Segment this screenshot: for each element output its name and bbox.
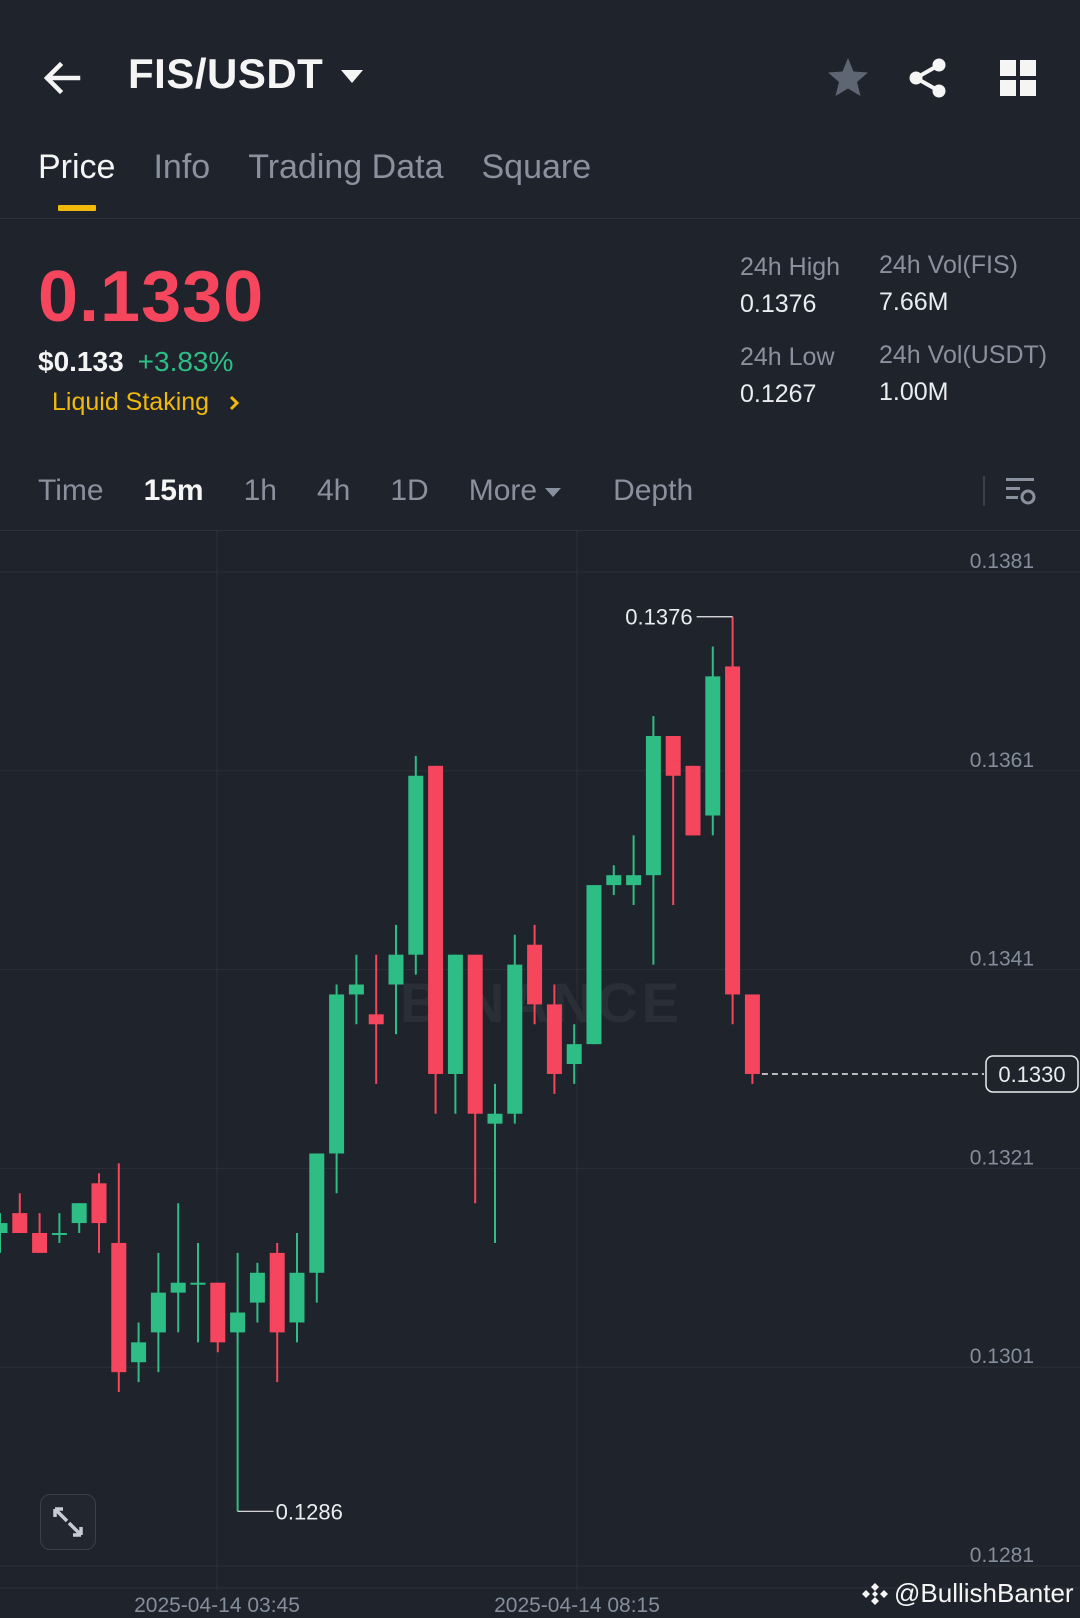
chevron-right-icon (230, 395, 240, 410)
candle-body (566, 1044, 582, 1065)
candles (0, 616, 760, 1512)
interval-15m[interactable]: 15m (144, 474, 204, 508)
candle-body (190, 1282, 206, 1285)
chevron-down-icon (341, 69, 364, 83)
candle-body (111, 1242, 127, 1373)
chart-grid (0, 530, 1080, 1590)
candle-body (150, 1292, 166, 1333)
pair-name: FIS/USDT (128, 50, 324, 97)
low-value: 0.1267 (740, 380, 817, 408)
price-tick-label: 0.1361 (970, 749, 1034, 772)
time-axis: 2025-04-14 03:45 2025-04-14 08:15 (134, 1594, 660, 1617)
candle-body (546, 1004, 562, 1074)
candle-body (685, 765, 701, 836)
candle-body (329, 994, 345, 1154)
candle-body (388, 954, 404, 985)
candle-body (0, 1223, 8, 1234)
min-price-label: 0.1286 (276, 1499, 343, 1524)
vol-quote-value: 1.00M (879, 378, 949, 406)
top-bar: FIS/USDT (0, 0, 1080, 140)
interval-time[interactable]: Time (38, 474, 104, 508)
chart-settings-icon[interactable] (1004, 474, 1038, 508)
candle-body (71, 1203, 87, 1224)
candle-body (487, 1113, 503, 1124)
candle-body (289, 1272, 305, 1323)
candle-body (645, 736, 661, 876)
last-price: 0.1330 (38, 257, 265, 337)
candle-body (368, 1014, 384, 1025)
pair-selector[interactable]: FIS/USDT (128, 50, 364, 98)
candle-body (586, 885, 602, 1045)
usd-price: $0.133 (38, 346, 124, 377)
candle-body (230, 1312, 246, 1333)
section-tabs: Price Info Trading Data Square (38, 148, 591, 211)
candle-body (32, 1233, 48, 1253)
current-price-label: 0.1330 (998, 1062, 1065, 1087)
candle-body (51, 1233, 67, 1236)
candle-body (348, 984, 364, 995)
candle-body (705, 676, 721, 816)
candle-body (269, 1252, 285, 1333)
change-percent: +3.83% (137, 346, 234, 377)
candlestick-chart[interactable]: BINANCE 0.1330 0.1376 0.1286 0.13810.136… (0, 530, 1080, 1618)
candle-body (447, 954, 463, 1074)
price-tick-label: 0.1301 (970, 1345, 1034, 1368)
vol-base-value: 7.66M (879, 288, 949, 316)
candle-body (626, 875, 642, 886)
price-tick-label: 0.1321 (970, 1146, 1034, 1169)
candle-body (744, 994, 760, 1074)
low-label: 24h Low (740, 343, 835, 371)
category-link[interactable]: Liquid Staking (52, 388, 241, 417)
divider (0, 218, 1080, 219)
candle-body (725, 666, 741, 995)
interval-1h[interactable]: 1h (244, 474, 277, 508)
back-arrow-icon[interactable] (38, 52, 90, 104)
high-value: 0.1376 (740, 290, 817, 318)
candle-body (91, 1183, 107, 1224)
tab-trading-data[interactable]: Trading Data (248, 148, 443, 211)
tab-price[interactable]: Price (38, 148, 115, 211)
interval-more[interactable]: More (468, 474, 562, 508)
candle-body (12, 1213, 28, 1234)
grid-icon[interactable] (994, 54, 1042, 102)
depth-tab[interactable]: Depth (613, 474, 693, 508)
candle-body (131, 1342, 147, 1363)
share-icon[interactable] (904, 54, 952, 102)
price-tick-label: 0.1381 (970, 550, 1034, 573)
divider (983, 476, 985, 506)
category-label: Liquid Staking (52, 388, 210, 416)
tab-info[interactable]: Info (153, 148, 210, 211)
candle-body (665, 736, 681, 776)
fullscreen-expand-icon[interactable] (40, 1494, 96, 1550)
candle-body (606, 875, 622, 886)
time-tick-label: 2025-04-14 08:15 (494, 1594, 660, 1617)
price-tick-label: 0.1281 (970, 1544, 1034, 1567)
user-watermark: @BullishBanter (862, 1578, 1074, 1609)
price-tick-label: 0.1341 (970, 948, 1034, 971)
price-sub-row: $0.133 +3.83% (38, 346, 233, 378)
high-label: 24h High (740, 253, 841, 281)
candle-body (527, 944, 543, 1005)
candle-body (408, 775, 424, 955)
candle-body (210, 1282, 226, 1343)
candle-body (428, 765, 444, 1074)
candle-body (170, 1282, 186, 1293)
binance-logo-icon (862, 1582, 888, 1605)
interval-more-label: More (468, 474, 538, 507)
candle-body (249, 1272, 265, 1303)
candle-body (309, 1153, 325, 1273)
candle-body (467, 954, 483, 1114)
interval-4h[interactable]: 4h (317, 474, 350, 508)
caret-down-icon (545, 487, 562, 497)
interval-1d[interactable]: 1D (390, 474, 428, 508)
time-tick-label: 2025-04-14 03:45 (134, 1594, 300, 1617)
vol-quote-label: 24h Vol(USDT) (879, 341, 1048, 369)
vol-base-label: 24h Vol(FIS) (879, 251, 1018, 279)
watermark-text: @BullishBanter (894, 1578, 1074, 1608)
interval-bar: Time 15m 1h 4h 1D More Depth (38, 474, 733, 508)
max-price-label: 0.1376 (625, 605, 692, 630)
candle-body (507, 964, 523, 1114)
tab-square[interactable]: Square (481, 148, 591, 211)
star-icon[interactable] (824, 54, 872, 102)
